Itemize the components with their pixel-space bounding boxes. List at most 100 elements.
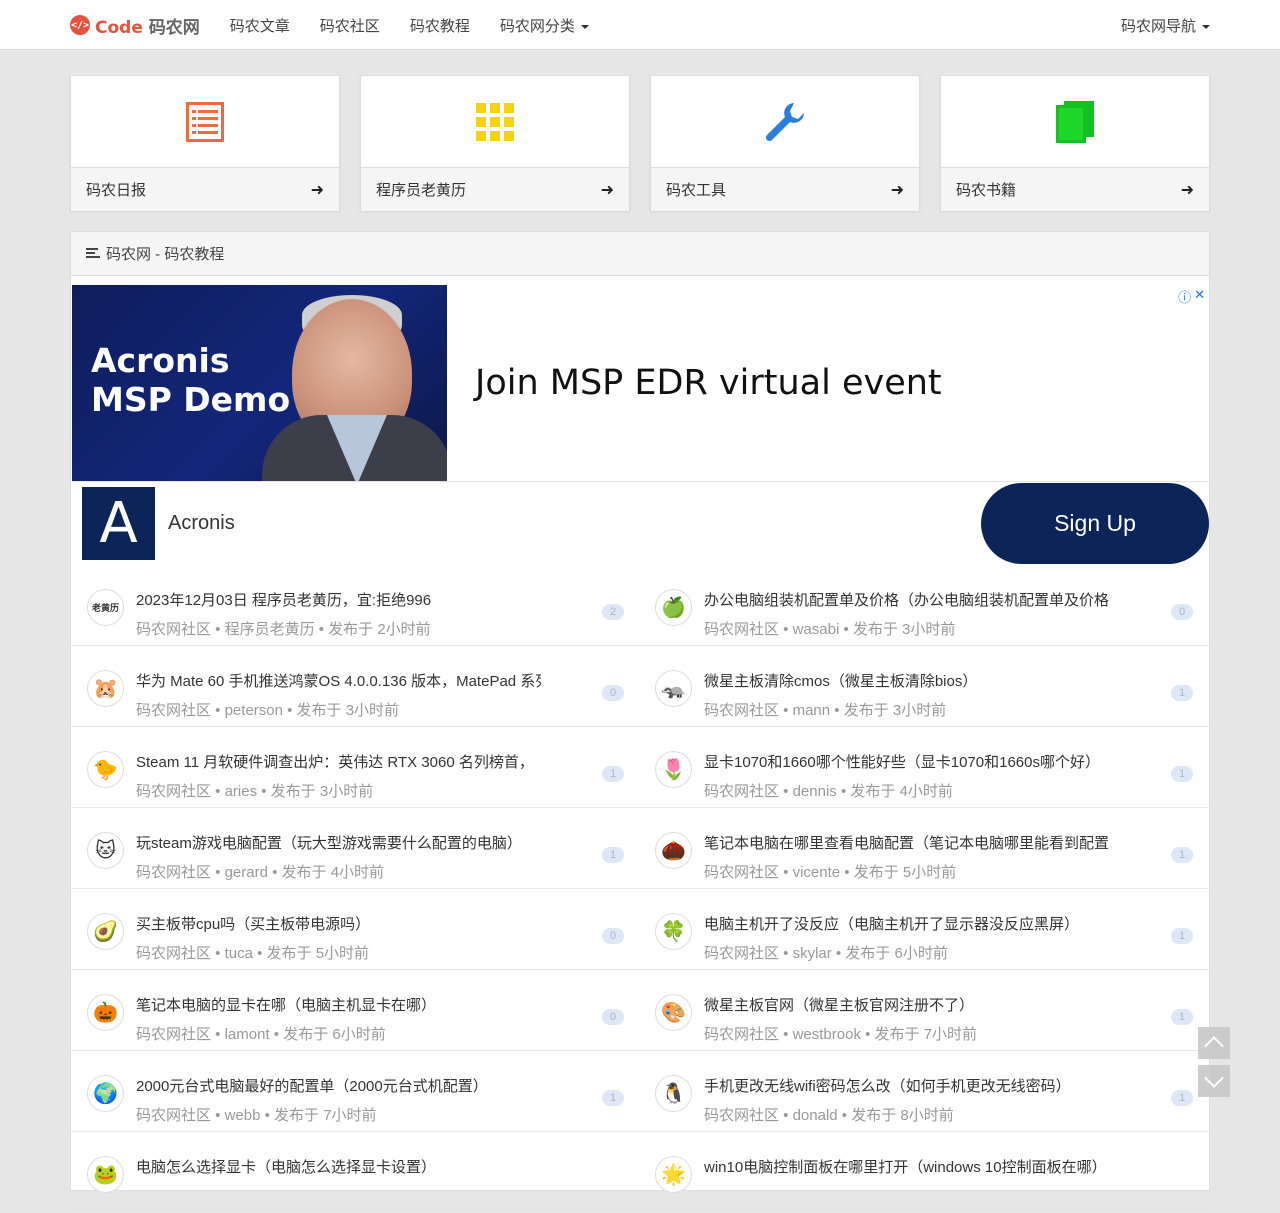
list-item[interactable]: 🐧 手机更改无线wifi密码怎么改（如何手机更改无线密码） 码农网社区 • dona… [640, 1051, 1209, 1131]
list-item[interactable]: 🎨 微星主板官网（微星主板官网注册不了） 码农网社区 • westbrook • 发… [640, 970, 1209, 1050]
list-item[interactable]: 老黄历 2023年12月03日 程序员老黄历，宜:拒绝996 码农网社区 • 程序员… [71, 565, 640, 645]
avatar[interactable]: 🌍 [87, 1075, 124, 1112]
item-meta: 码农网社区 • dennis • 发布于 4小时前 [704, 783, 953, 800]
item-meta: 码农网社区 • webb • 发布于 7小时前 [136, 1107, 377, 1124]
ad-brand-logo[interactable]: A [82, 487, 155, 560]
item-meta: 码农网社区 • aries • 发布于 3小时前 [136, 783, 374, 800]
reply-count-badge: 2 [602, 604, 624, 620]
item-meta: 码农网社区 • lamont • 发布于 6小时前 [136, 1026, 386, 1043]
list-item[interactable]: 🎃 笔记本电脑的显卡在哪（电脑主机显卡在哪） 码农网社区 • lamont • 发布… [71, 970, 640, 1050]
item-title[interactable]: 华为 Mate 60 手机推送鸿蒙OS 4.0.0.136 版本，MatePad… [136, 670, 541, 691]
item-title[interactable]: 办公电脑组装机配置单及价格（办公电脑组装机配置单及价格） [704, 589, 1109, 610]
avatar[interactable]: 🦡 [655, 670, 692, 707]
avatar[interactable]: 🍏 [655, 589, 692, 626]
item-meta: 码农网社区 • vicente • 发布于 5小时前 [704, 864, 957, 881]
list-item[interactable]: 🦡 微星主板清除cmos（微星主板清除bios） 码农网社区 • mann • 发布… [640, 646, 1209, 726]
item-title[interactable]: 电脑主机开了没反应（电脑主机开了显示器没反应黑屏） [704, 913, 1109, 934]
item-meta: 码农网社区 • donald • 发布于 8小时前 [704, 1107, 954, 1124]
reply-count-badge: 1 [1171, 766, 1193, 782]
avatar[interactable]: 🎨 [655, 994, 692, 1031]
card-tools[interactable]: 码农工具 ➜ [650, 75, 920, 211]
list-item[interactable]: 🐤 Steam 11 月软硬件调查出炉：英伟达 RTX 3060 名列榜首， 码农网… [71, 727, 640, 807]
item-title[interactable]: 微星主板清除cmos（微星主板清除bios） [704, 670, 1109, 691]
chevron-down-icon [580, 24, 589, 29]
nav-link-articles[interactable]: 码农文章 [230, 15, 290, 36]
card-label: 码农日报 [86, 182, 147, 199]
item-title[interactable]: 微星主板官网（微星主板官网注册不了） [704, 994, 1109, 1015]
ad-image[interactable]: Acronis MSP Demo [72, 285, 447, 481]
book-icon [1056, 100, 1094, 143]
nav-link-tutorials[interactable]: 码农教程 [410, 15, 470, 36]
list-row: 🐹 华为 Mate 60 手机推送鸿蒙OS 4.0.0.136 版本，MatePa… [71, 646, 1209, 727]
scroll-to-top-button[interactable] [1198, 1027, 1230, 1059]
advertisement[interactable]: Acronis MSP Demo Join MSP EDR virtual ev… [72, 285, 1209, 565]
ad-signup-button[interactable]: Sign Up [981, 483, 1209, 564]
list-icon [186, 101, 224, 142]
ad-info-icon[interactable]: ⓘ [1178, 287, 1191, 306]
item-title[interactable]: 2000元台式电脑最好的配置单（2000元台式机配置） [136, 1075, 541, 1096]
list-item[interactable]: 🌰 笔记本电脑在哪里查看电脑配置（笔记本电脑哪里能看到配置） 码农网社区 • vic… [640, 808, 1209, 888]
card-daily[interactable]: 码农日报 ➜ [70, 75, 340, 211]
ad-brand-name[interactable]: Acronis [168, 512, 235, 535]
reply-count-badge: 1 [602, 847, 624, 863]
list-item[interactable]: 🍀 电脑主机开了没反应（电脑主机开了显示器没反应黑屏） 码农网社区 • skylar… [640, 889, 1209, 969]
avatar[interactable]: 🥑 [87, 913, 124, 950]
avatar[interactable]: 🍀 [655, 913, 692, 950]
card-books[interactable]: 码农书籍 ➜ [940, 75, 1210, 211]
nav-link-categories[interactable]: 码农网分类 [500, 15, 589, 36]
list-item[interactable]: 🌍 2000元台式电脑最好的配置单（2000元台式机配置） 码农网社区 • webb… [71, 1051, 640, 1131]
arrow-right-icon: ➜ [890, 181, 904, 199]
ad-headline[interactable]: Join MSP EDR virtual event [475, 363, 942, 403]
close-icon[interactable]: ✕ [1194, 287, 1205, 306]
arrow-right-icon: ➜ [600, 181, 614, 199]
nav-site-navigation[interactable]: 码农网导航 [1121, 15, 1210, 36]
scroll-to-bottom-button[interactable] [1198, 1065, 1230, 1097]
brand-cn-text: 码农网 [148, 17, 200, 38]
reply-count-badge: 0 [1171, 604, 1193, 620]
avatar[interactable]: 🐸 [87, 1156, 124, 1193]
avatar[interactable]: 🌷 [655, 751, 692, 788]
align-left-icon [86, 248, 100, 259]
item-title[interactable]: 笔记本电脑的显卡在哪（电脑主机显卡在哪） [136, 994, 541, 1015]
item-title[interactable]: Steam 11 月软硬件调查出炉：英伟达 RTX 3060 名列榜首， [136, 751, 541, 772]
nav-link-community[interactable]: 码农社区 [320, 15, 380, 36]
avatar[interactable]: 🌰 [655, 832, 692, 869]
list-item[interactable]: 🍏 办公电脑组装机配置单及价格（办公电脑组装机配置单及价格） 码农网社区 • was… [640, 565, 1209, 645]
item-title[interactable]: 玩steam游戏电脑配置（玩大型游戏需要什么配置的电脑） [136, 832, 541, 853]
list-item[interactable]: 🐸 电脑怎么选择显卡（电脑怎么选择显卡设置） [71, 1132, 640, 1212]
list-item[interactable]: 🐱 玩steam游戏电脑配置（玩大型游戏需要什么配置的电脑） 码农网社区 • ger… [71, 808, 640, 888]
item-meta: 码农网社区 • skylar • 发布于 6小时前 [704, 945, 948, 962]
list-row: 🐱 玩steam游戏电脑配置（玩大型游戏需要什么配置的电脑） 码农网社区 • ger… [71, 808, 1209, 889]
list-item[interactable]: 🌟 win10电脑控制面板在哪里打开（windows 10控制面板在哪） [640, 1132, 1209, 1212]
reply-count-badge: 0 [602, 1009, 624, 1025]
post-list: 老黄历 2023年12月03日 程序员老黄历，宜:拒绝996 码农网社区 • 程序员… [71, 565, 1209, 1213]
item-title[interactable]: 显卡1070和1660哪个性能好些（显卡1070和1660s哪个好） [704, 751, 1109, 772]
list-item[interactable]: 🥑 买主板带cpu吗（买主板带电源吗） 码农网社区 • tuca • 发布于 5小时… [71, 889, 640, 969]
item-title[interactable]: 笔记本电脑在哪里查看电脑配置（笔记本电脑哪里能看到配置） [704, 832, 1109, 853]
wrench-icon [765, 102, 804, 141]
ad-image-title-line1: Acronis [91, 341, 230, 380]
avatar[interactable]: 🎃 [87, 994, 124, 1031]
avatar[interactable]: 老黄历 [87, 589, 124, 626]
avatar[interactable]: 🐧 [655, 1075, 692, 1112]
avatar[interactable]: 🐤 [87, 751, 124, 788]
code-logo-icon: </> [70, 15, 90, 35]
avatar[interactable]: 🐹 [87, 670, 124, 707]
card-almanac[interactable]: 程序员老黄历 ➜ [360, 75, 630, 211]
list-item[interactable]: 🌷 显卡1070和1660哪个性能好些（显卡1070和1660s哪个好） 码农网社区… [640, 727, 1209, 807]
avatar[interactable]: 🌟 [655, 1156, 692, 1193]
card-label: 程序员老黄历 [376, 182, 467, 199]
site-logo[interactable]: </> Code 码农网 [70, 13, 200, 38]
list-item[interactable]: 🐹 华为 Mate 60 手机推送鸿蒙OS 4.0.0.136 版本，MatePa… [71, 646, 640, 726]
item-meta: 码农网社区 • westbrook • 发布于 7小时前 [704, 1026, 978, 1043]
arrow-right-icon: ➜ [1180, 181, 1194, 199]
reply-count-badge: 0 [602, 928, 624, 944]
item-title[interactable]: 2023年12月03日 程序员老黄历，宜:拒绝996 [136, 589, 541, 610]
item-title[interactable]: 买主板带cpu吗（买主板带电源吗） [136, 913, 541, 934]
card-label: 码农书籍 [956, 182, 1017, 199]
reply-count-badge: 1 [602, 1090, 624, 1106]
nav-site-navigation-label: 码农网导航 [1120, 17, 1196, 35]
item-meta: 码农网社区 • gerard • 发布于 4小时前 [136, 864, 385, 881]
item-title[interactable]: 手机更改无线wifi密码怎么改（如何手机更改无线密码） [704, 1075, 1109, 1096]
avatar[interactable]: 🐱 [87, 832, 124, 869]
